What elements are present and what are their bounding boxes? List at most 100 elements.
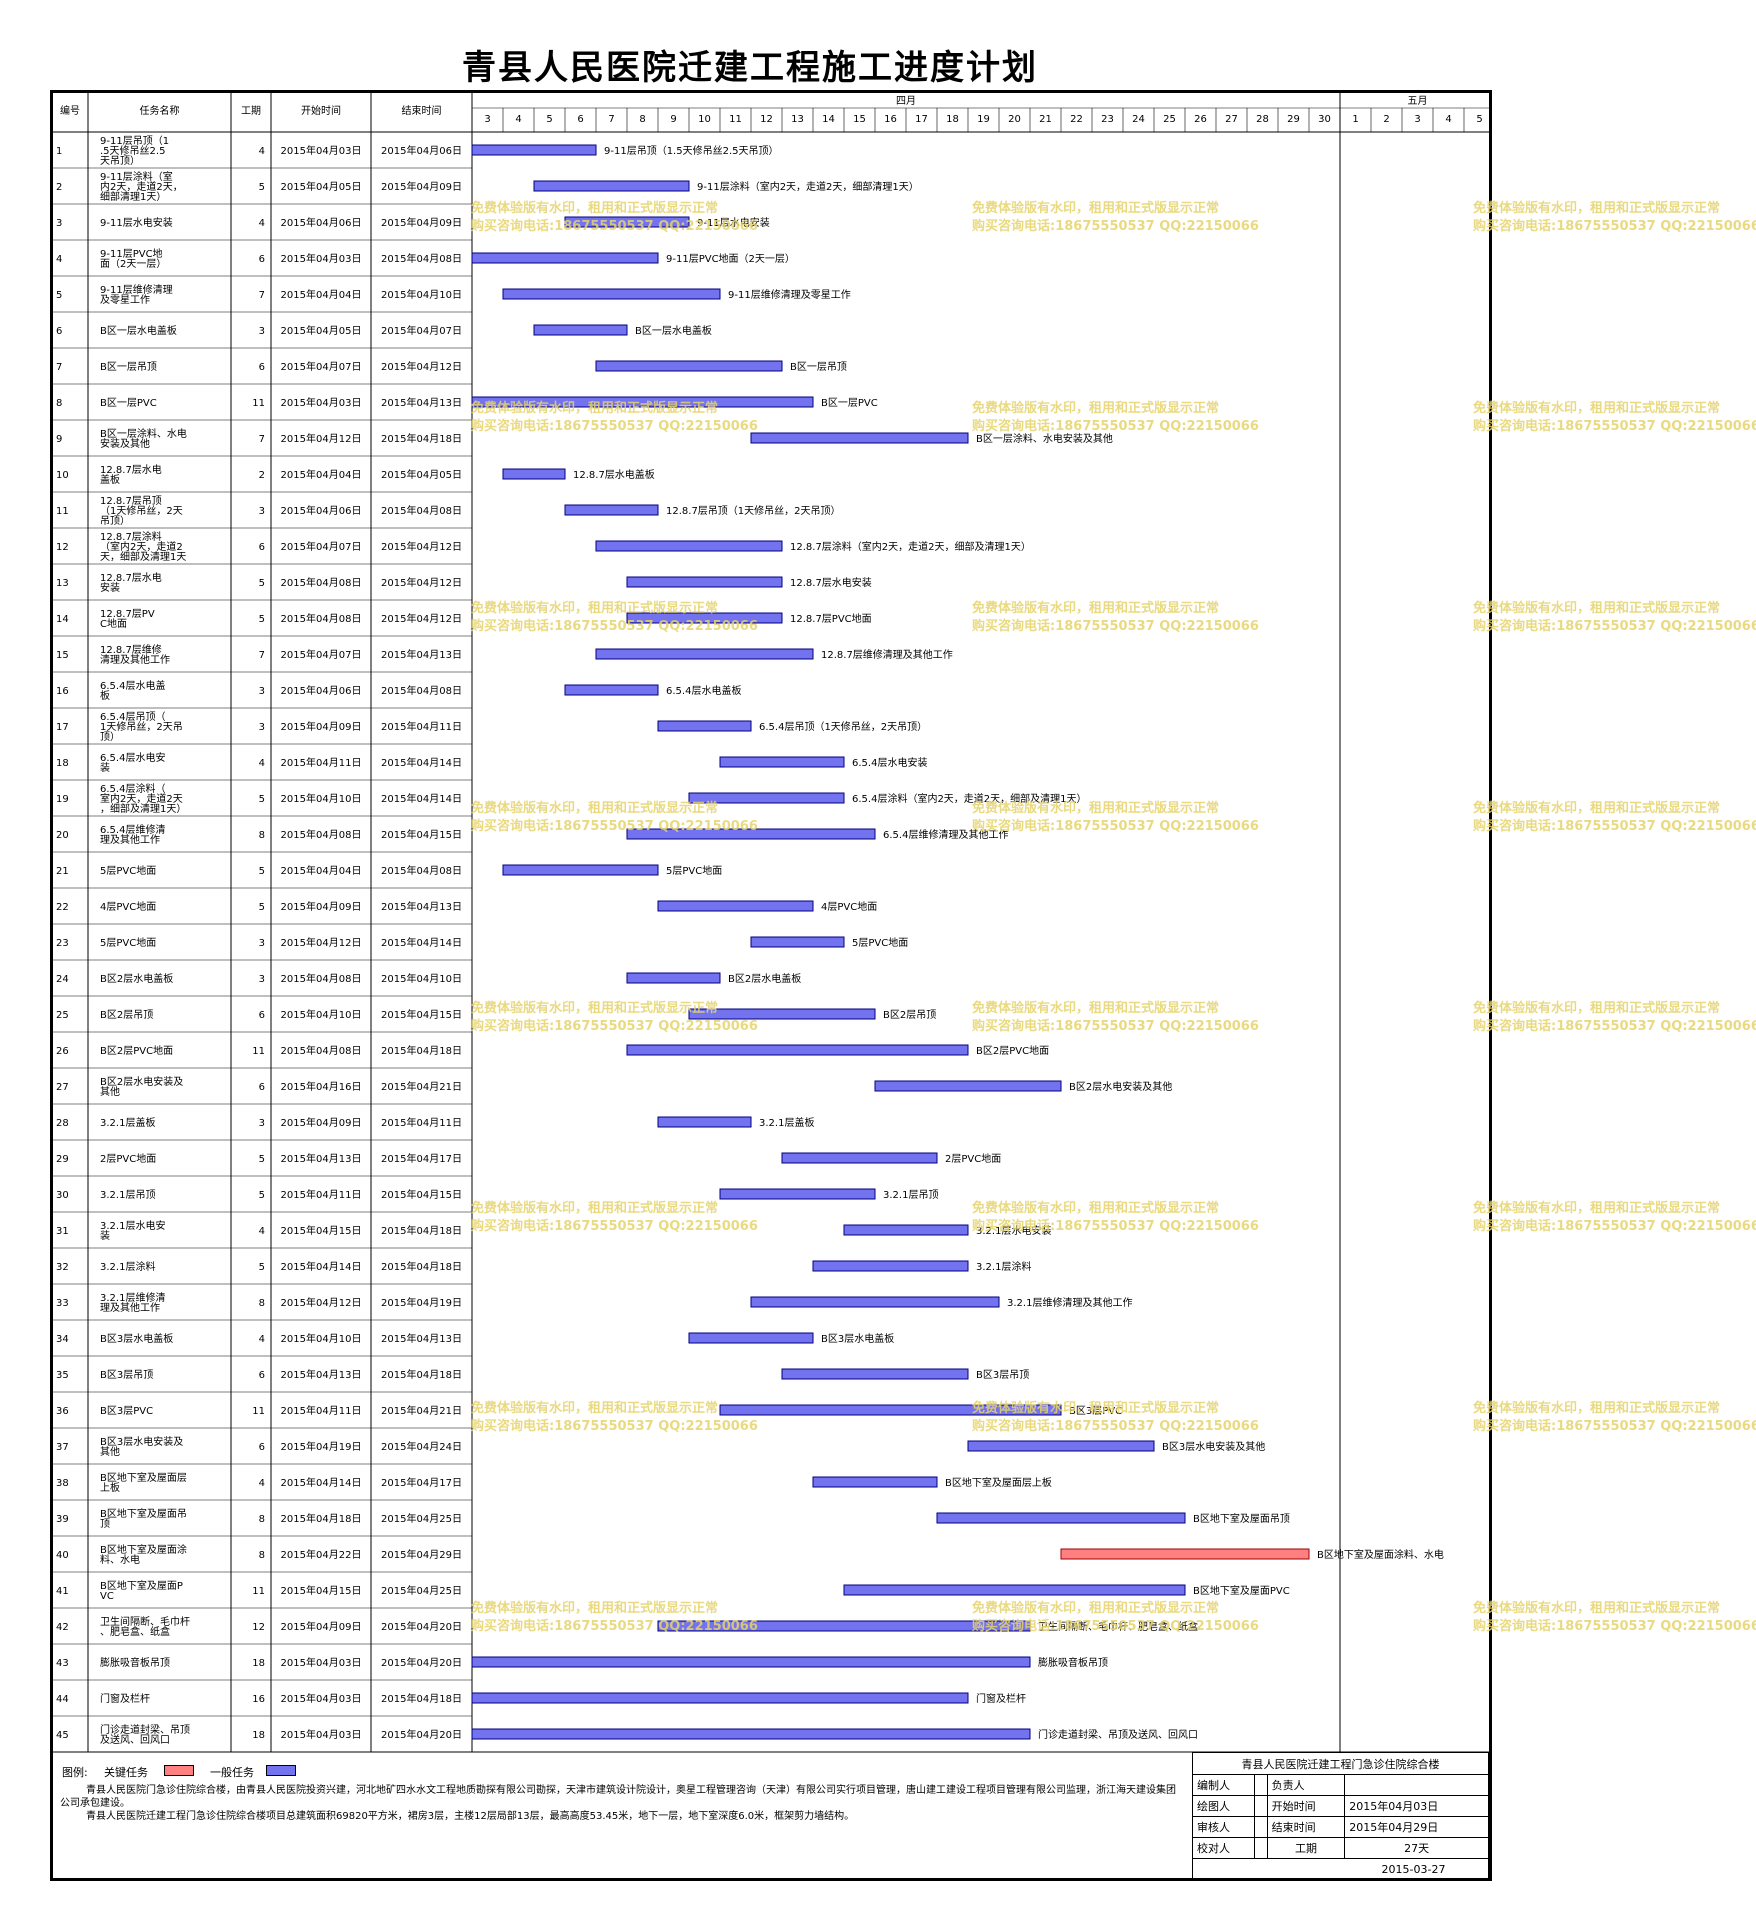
task-name: ，细部及清理1天） — [100, 802, 186, 815]
task-start: 2015年04月12日 — [281, 432, 362, 445]
task-bar — [874, 1080, 1062, 1092]
task-id: 29 — [56, 1154, 69, 1165]
task-start: 2015年04月04日 — [281, 288, 362, 301]
task-id: 7 — [56, 362, 62, 373]
watermark-line: 免费体验版有水印，租用和正式版显示正常 — [1473, 1601, 1721, 1616]
task-id: 5 — [56, 290, 62, 301]
watermark: 免费体验版有水印，租用和正式版显示正常 购买咨询电话:18675550537 QQ… — [1473, 400, 1756, 436]
month-label: 四月 — [896, 95, 916, 107]
task-end: 2015年04月13日 — [381, 1332, 462, 1345]
watermark-line: 免费体验版有水印，租用和正式版显示正常 — [1473, 1001, 1721, 1016]
legend-critical-label: 关键任务 — [104, 1766, 148, 1779]
task-name: 顶 — [100, 1518, 110, 1530]
bar-label: B区2层水电盖板 — [728, 972, 801, 985]
task-name: 、肥皂盒、纸盒 — [100, 1625, 170, 1638]
task-id: 42 — [56, 1622, 69, 1633]
bar-label: 9-11层维修清理及零星工作 — [728, 288, 851, 301]
task-id: 12 — [56, 542, 69, 553]
day-label: 18 — [946, 114, 959, 125]
task-id: 15 — [56, 650, 69, 661]
task-id: 30 — [56, 1190, 69, 1201]
bar-label: 9-11层PVC地面（2天一层） — [666, 252, 795, 265]
task-start: 2015年04月13日 — [281, 1152, 362, 1165]
task-duration: 8 — [259, 1514, 265, 1525]
task-bar — [626, 576, 783, 588]
watermark: 免费体验版有水印，租用和正式版显示正常 购买咨询电话:18675550537 QQ… — [1473, 600, 1756, 636]
task-start: 2015年04月08日 — [281, 576, 362, 589]
task-id: 14 — [56, 614, 69, 625]
task-id: 22 — [56, 902, 69, 913]
task-name: 盖板 — [100, 473, 120, 486]
day-label: 22 — [1070, 114, 1083, 125]
signoff-cell: 校对人 — [1192, 1837, 1255, 1859]
bar-label: 12.8.7层涂料（室内2天，走道2天，细部及清理1天） — [790, 540, 1031, 553]
task-bar — [657, 1620, 1031, 1632]
bar-label: B区3层吊顶 — [976, 1369, 1029, 1381]
task-duration: 6 — [259, 1010, 265, 1021]
task-bar — [719, 1404, 1062, 1416]
task-name: VC — [100, 1591, 114, 1602]
signoff-cell: 27天 — [1344, 1837, 1489, 1859]
task-id: 18 — [56, 758, 69, 769]
page-title: 青县人民医院迁建工程施工进度计划 — [462, 48, 1038, 88]
task-end: 2015年04月13日 — [381, 396, 462, 409]
task-start: 2015年04月03日 — [281, 144, 362, 157]
day-label: 5 — [546, 114, 552, 125]
task-bar — [657, 900, 814, 912]
task-end: 2015年04月17日 — [381, 1152, 462, 1165]
task-end: 2015年04月05日 — [381, 468, 462, 481]
task-name: 顶） — [100, 731, 120, 743]
task-duration: 4 — [259, 758, 265, 769]
task-bar — [626, 828, 876, 840]
task-start: 2015年04月03日 — [281, 1692, 362, 1705]
task-start: 2015年04月03日 — [281, 1728, 362, 1741]
task-duration: 8 — [259, 1298, 265, 1309]
day-label: 9 — [670, 114, 676, 125]
task-bar — [812, 1260, 969, 1272]
task-end: 2015年04月18日 — [381, 1368, 462, 1381]
task-end: 2015年04月08日 — [381, 504, 462, 517]
bar-label: 3.2.1层维修清理及其他工作 — [1007, 1296, 1132, 1309]
bar-label: 6.5.4层维修清理及其他工作 — [883, 828, 1008, 841]
signoff-cell: 绘图人 — [1192, 1795, 1255, 1817]
task-id: 8 — [56, 398, 62, 409]
signoff-cell — [1344, 1774, 1489, 1796]
task-name: B区3层PVC — [100, 1405, 153, 1417]
signoff-cell: 2015年04月29日 — [1344, 1816, 1489, 1838]
bar-label: 6.5.4层吊顶（1天修吊丝，2天吊顶） — [759, 720, 927, 733]
task-end: 2015年04月14日 — [381, 792, 462, 805]
task-id: 45 — [56, 1730, 69, 1741]
task-duration: 7 — [259, 434, 265, 445]
task-end: 2015年04月12日 — [381, 576, 462, 589]
bar-label: 12.8.7层吊顶（1天修吊丝，2天吊顶） — [666, 504, 841, 517]
day-label: 3 — [1414, 114, 1420, 125]
bar-label: 5层PVC地面 — [852, 936, 908, 949]
task-end: 2015年04月11日 — [381, 1116, 462, 1129]
task-name: B区3层水电盖板 — [100, 1332, 173, 1345]
task-duration: 8 — [259, 830, 265, 841]
watermark-line: 免费体验版有水印，租用和正式版显示正常 — [1473, 401, 1721, 416]
task-end: 2015年04月29日 — [381, 1548, 462, 1561]
task-id: 41 — [56, 1586, 69, 1597]
task-id: 38 — [56, 1478, 69, 1489]
task-start: 2015年04月11日 — [281, 1404, 362, 1417]
task-start: 2015年04月09日 — [281, 720, 362, 733]
watermark: 免费体验版有水印，租用和正式版显示正常 购买咨询电话:18675550537 QQ… — [1473, 200, 1756, 236]
column-header: 任务名称 — [140, 104, 180, 117]
task-name: 其他 — [100, 1445, 120, 1458]
bar-label: B区地下室及屋面PVC — [1193, 1584, 1290, 1597]
task-start: 2015年04月04日 — [281, 468, 362, 481]
task-name: B区2层吊顶 — [100, 1009, 153, 1021]
task-id: 2 — [56, 182, 62, 193]
watermark: 免费体验版有水印，租用和正式版显示正常 购买咨询电话:18675550537 QQ… — [1473, 800, 1756, 836]
watermark-line: 购买咨询电话:18675550537 QQ:22150066 — [1473, 1219, 1756, 1234]
task-id: 36 — [56, 1406, 69, 1417]
task-end: 2015年04月20日 — [381, 1728, 462, 1741]
task-bar — [471, 1656, 1031, 1668]
task-duration: 4 — [259, 1226, 265, 1237]
description-paragraph: 青县人民医院门急诊住院综合楼，由青县人民医院投资兴建，河北地矿四水水文工程地质勘… — [60, 1785, 1176, 1809]
bar-label: B区地下室及屋面吊顶 — [1193, 1512, 1290, 1525]
day-label: 16 — [884, 114, 897, 125]
month-label: 五月 — [1408, 95, 1428, 107]
watermark: 免费体验版有水印，租用和正式版显示正常 购买咨询电话:18675550537 QQ… — [1473, 1200, 1756, 1236]
